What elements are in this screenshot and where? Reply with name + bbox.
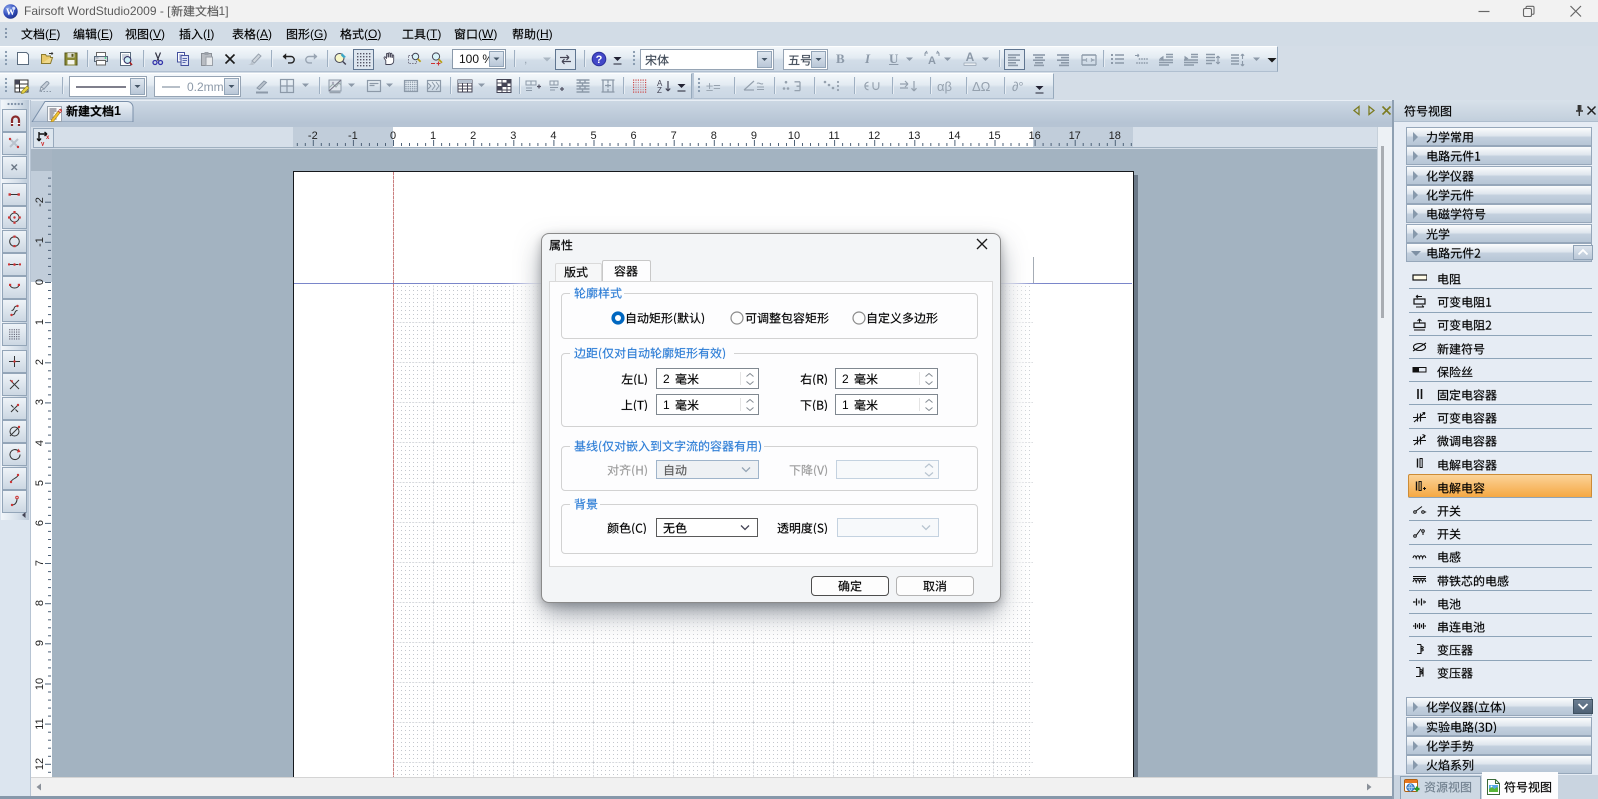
svg-text:A: A: [966, 50, 975, 64]
svg-text:x: x: [46, 135, 50, 141]
svg-text:Z: Z: [657, 86, 662, 95]
svg-text:y: y: [41, 142, 45, 147]
svg-text:A: A: [928, 55, 936, 67]
svg-text:?: ?: [596, 54, 603, 66]
